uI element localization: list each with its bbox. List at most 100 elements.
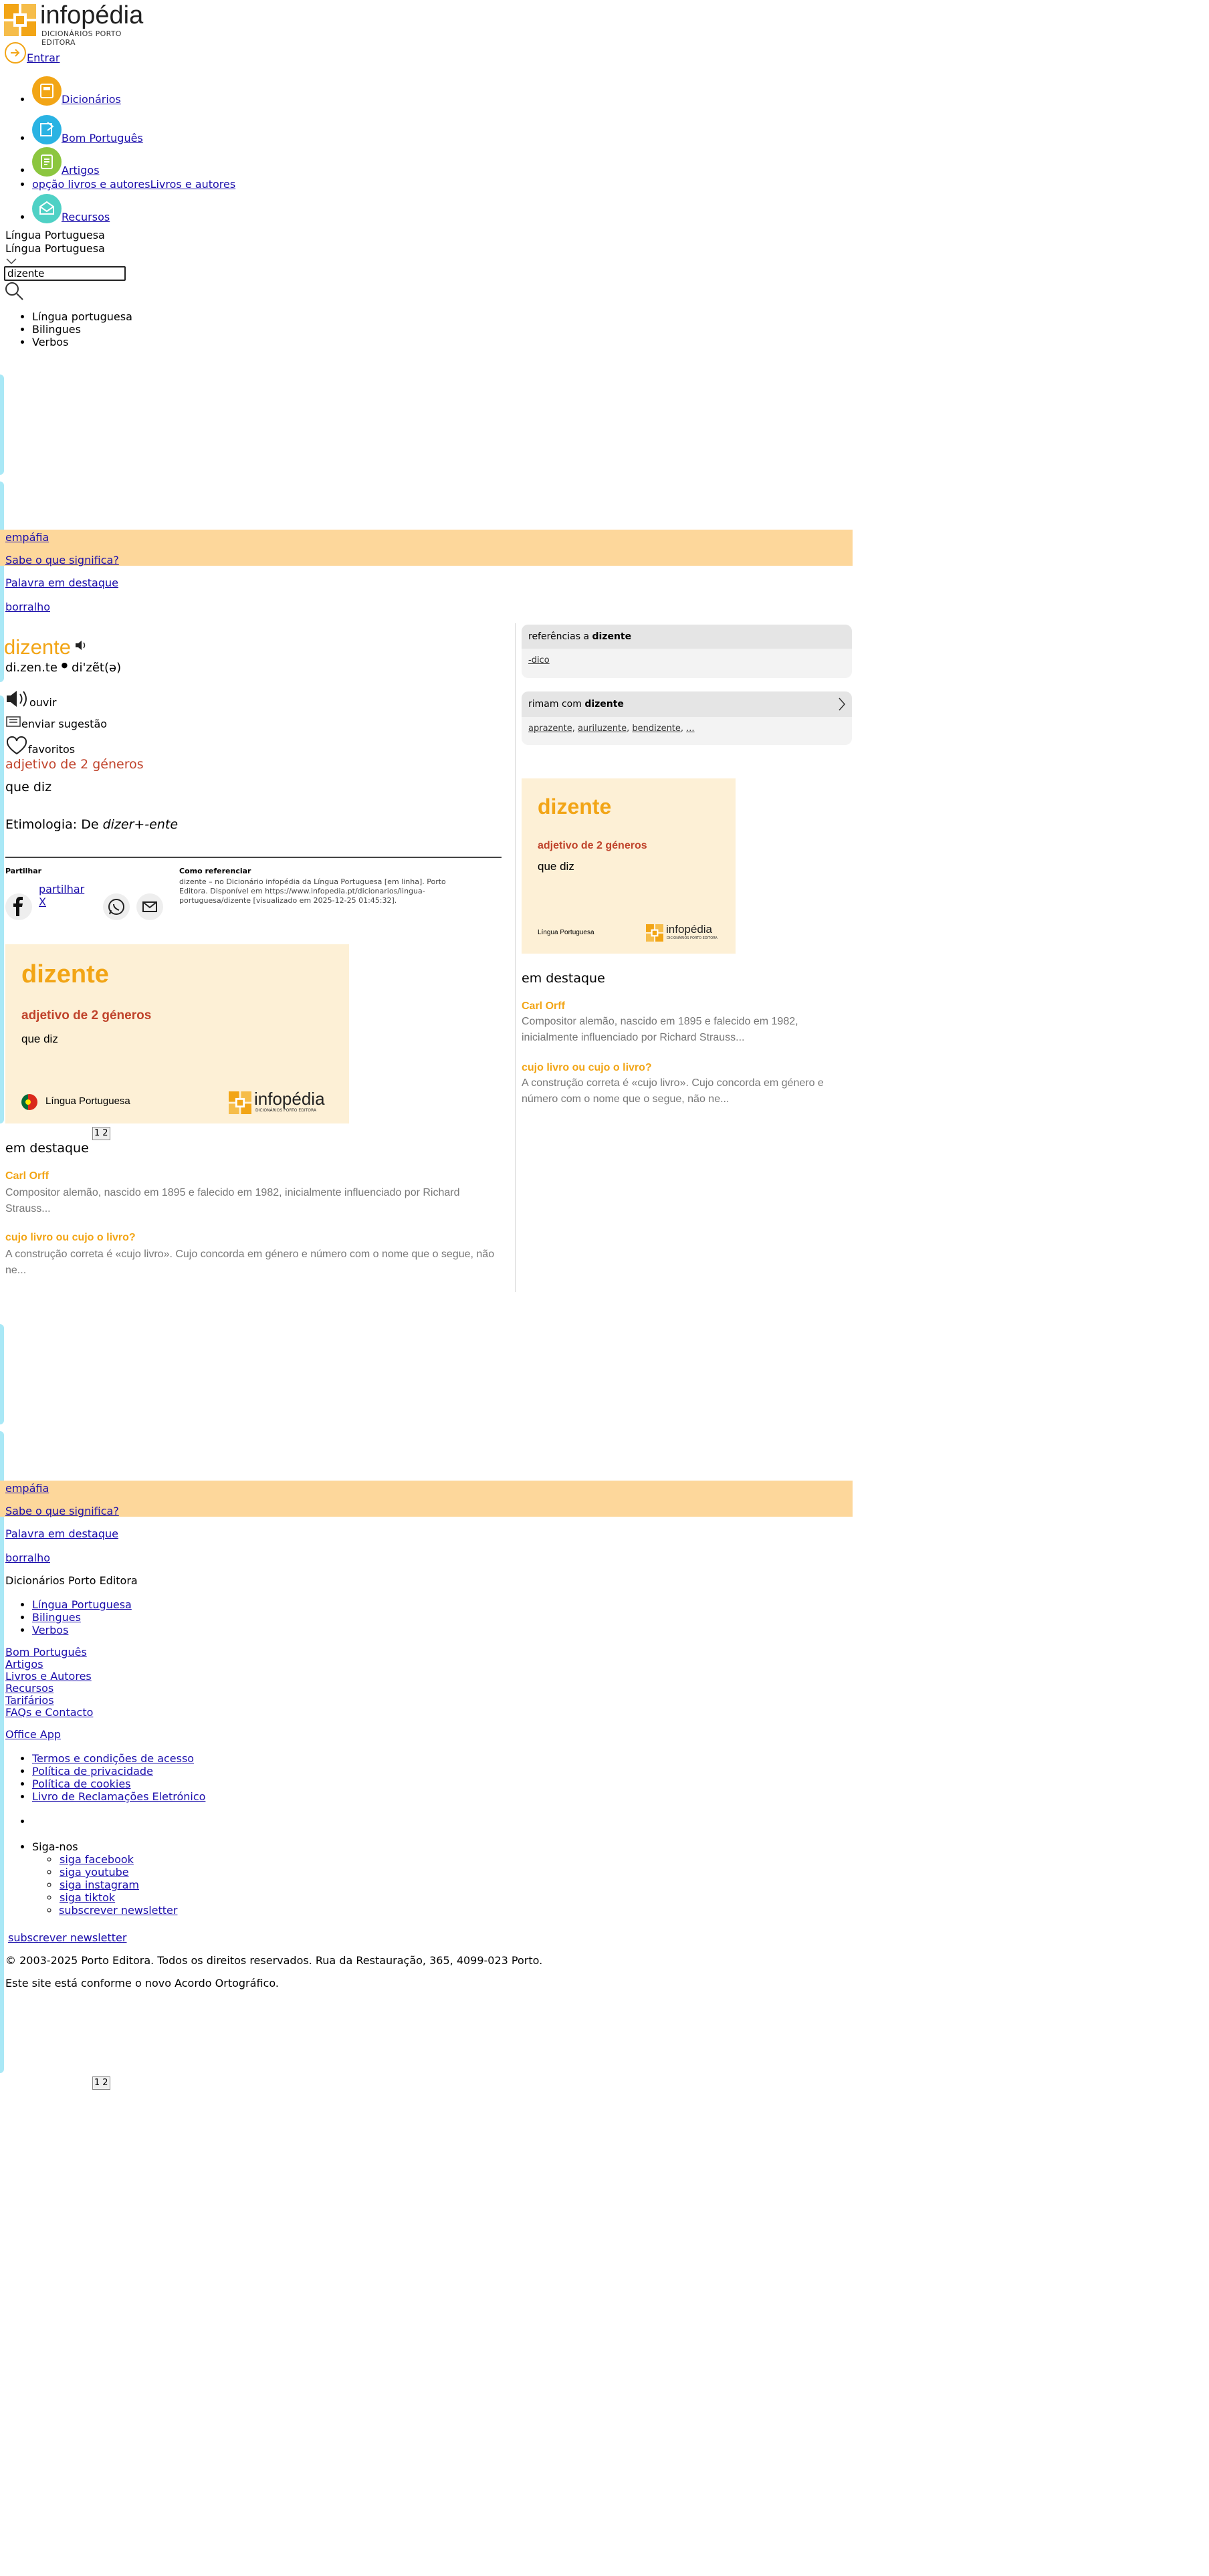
chevron-down-icon[interactable]: [5, 255, 105, 266]
footer-link[interactable]: Artigos: [5, 1658, 43, 1671]
word-quiz-banner[interactable]: empáfia Sabe o que significa?: [0, 1481, 853, 1517]
site-logo[interactable]: infopédia DICIONÁRIOS PORTO EDITORA: [4, 1, 154, 47]
newsletter-link[interactable]: subscrever newsletter: [59, 1904, 177, 1917]
search-input[interactable]: [4, 266, 126, 281]
footer-link[interactable]: Livros e Autores: [5, 1670, 92, 1683]
instagram-link[interactable]: siga instagram: [59, 1879, 139, 1891]
divider: [5, 857, 502, 858]
quiz-word[interactable]: empáfia: [5, 531, 49, 544]
favorites-button[interactable]: favoritos: [5, 736, 75, 756]
card-definition: que diz: [21, 1033, 58, 1045]
pager-page[interactable]: 2: [102, 2078, 108, 2088]
rhyme-link[interactable]: auriluzente: [578, 724, 627, 734]
newsletter-link-2[interactable]: subscrever newsletter: [8, 1931, 126, 1944]
search-option[interactable]: Verbos: [32, 336, 132, 348]
card-brand: infopédia DICIONÁRIOS PORTO EDITORA: [229, 1089, 336, 1117]
listen-button[interactable]: ouvir: [5, 689, 56, 709]
rhymes-header[interactable]: rimam com dizente: [522, 691, 852, 717]
footer-social: Siga-nos siga facebook siga youtube siga…: [5, 1840, 177, 1917]
highlight-text: Compositor alemão, nascido em 1895 e fal…: [5, 1187, 460, 1214]
footer-dictionaries: Língua Portuguesa Bilingues Verbos: [5, 1598, 132, 1636]
rhyme-link[interactable]: ...: [686, 724, 694, 734]
nav-item-dicionarios[interactable]: Dicionários: [32, 74, 433, 115]
footer-link[interactable]: Recursos: [5, 1682, 53, 1695]
featured-word-label[interactable]: Palavra em destaque: [5, 576, 118, 589]
whatsapp-icon[interactable]: [103, 893, 130, 923]
highlight-item[interactable]: Carl Orff Compositor alemão, nascido em …: [5, 1170, 500, 1217]
pager-page[interactable]: 1: [94, 2078, 100, 2088]
email-icon[interactable]: [136, 893, 163, 923]
infopedia-logo-icon: [4, 4, 37, 37]
highlight-item[interactable]: cujo livro ou cujo o livro? A construção…: [5, 1232, 500, 1279]
entry-definition: que diz: [5, 780, 52, 794]
livros-autores-img: opção livros e autores: [32, 178, 150, 191]
footer-title: Dicionários Porto Editora: [5, 1574, 138, 1587]
nav-item-livros-autores[interactable]: opção livros e autoresLivros e autores: [32, 178, 433, 194]
facebook-link[interactable]: siga facebook: [59, 1853, 134, 1866]
footer-legal-link[interactable]: Política de privacidade: [32, 1765, 153, 1778]
reference-link[interactable]: -dico: [528, 655, 550, 665]
rhymes-box: rimam com dizente aprazente, auriluzente…: [522, 691, 852, 745]
search-option[interactable]: Língua portuguesa: [32, 310, 132, 323]
footer-link[interactable]: FAQs e Contacto: [5, 1706, 93, 1719]
references-box: referências a dizente -dico: [522, 625, 852, 678]
entry-grammar: adjetivo de 2 géneros: [5, 757, 144, 772]
tiktok-link[interactable]: siga tiktok: [59, 1891, 115, 1904]
nav-item-recursos[interactable]: Recursos: [32, 194, 433, 226]
featured-word-label[interactable]: Palavra em destaque: [5, 1527, 118, 1540]
suggest-button[interactable]: enviar sugestão: [5, 716, 107, 730]
footer-empty-list: [5, 1815, 32, 1828]
share-title: Partilhar: [5, 867, 42, 875]
highlight-item[interactable]: cujo livro ou cujo o livro? A construção…: [522, 1062, 852, 1107]
featured-word[interactable]: borralho: [5, 1551, 50, 1564]
footer-link[interactable]: Bom Português: [5, 1646, 87, 1658]
search-option[interactable]: Bilingues: [32, 323, 132, 336]
rhyme-link[interactable]: aprazente: [528, 724, 572, 734]
rhyme-link[interactable]: bendizente: [632, 724, 681, 734]
card-word: dizente: [21, 960, 109, 988]
chevron-right-icon[interactable]: [837, 697, 847, 714]
pager[interactable]: 12: [92, 2076, 110, 2090]
footer-legal: Termos e condições de acesso Política de…: [5, 1752, 205, 1803]
orthography-note: Este site está conforme o novo Acordo Or…: [5, 1977, 279, 1990]
quiz-question[interactable]: Sabe o que significa?: [5, 554, 119, 566]
pager-page[interactable]: 2: [102, 1128, 108, 1138]
highlight-title[interactable]: Carl Orff: [5, 1170, 500, 1182]
entry-phonetics: di.zen.te ● di'zẽt(ə): [5, 661, 121, 675]
share-card: dizente adjetivo de 2 géneros que diz Lí…: [5, 944, 349, 1123]
footer-link[interactable]: Bilingues: [32, 1611, 81, 1624]
pager[interactable]: 12: [92, 1127, 110, 1140]
speaker-icon[interactable]: [74, 639, 88, 651]
footer-link[interactable]: Língua Portuguesa: [32, 1598, 132, 1611]
footer-legal-link[interactable]: Termos e condições de acesso: [32, 1752, 194, 1765]
facebook-icon[interactable]: [5, 893, 32, 923]
syllables: di.zen.te: [5, 661, 58, 675]
entry-headword-row: dizente: [4, 635, 88, 659]
dictionary-selector[interactable]: Língua Portuguesa Língua Portuguesa: [5, 229, 105, 266]
sidebar-highlights-title: em destaque: [522, 971, 605, 986]
highlight-title[interactable]: cujo livro ou cujo o livro?: [5, 1232, 500, 1244]
share-x-link[interactable]: partilhar X: [39, 883, 92, 908]
word-quiz-banner[interactable]: empáfia Sabe o que significa?: [0, 530, 853, 566]
cite-text: dizente – no Dicionário infopédia da Lín…: [179, 877, 446, 905]
office-app-link[interactable]: Office App: [5, 1728, 61, 1741]
entry-etymology: Etimologia: De dizer+-ente: [5, 817, 179, 832]
nav-item-artigos[interactable]: Artigos: [32, 147, 433, 178]
featured-word[interactable]: borralho: [5, 601, 50, 613]
footer-link[interactable]: Verbos: [32, 1624, 68, 1636]
login-link[interactable]: Entrar: [27, 51, 60, 64]
nav-item-bom-portugues[interactable]: Bom Português: [32, 115, 433, 147]
ad-slot: [0, 374, 4, 475]
footer-link[interactable]: Tarifários: [5, 1694, 54, 1707]
ad-slot: [0, 695, 4, 1123]
phonetic-dot: ●: [61, 661, 68, 669]
footer-legal-link[interactable]: Política de cookies: [32, 1778, 131, 1790]
search-icon[interactable]: [4, 281, 24, 301]
logo-name: infopédia: [40, 1, 144, 29]
footer-legal-link[interactable]: Livro de Reclamações Eletrónico: [32, 1790, 205, 1803]
pager-page[interactable]: 1: [94, 1128, 100, 1138]
highlight-item[interactable]: Carl Orff Compositor alemão, nascido em …: [522, 1000, 852, 1046]
pronunciation: di'zẽt(ə): [72, 661, 122, 675]
youtube-link[interactable]: siga youtube: [59, 1866, 129, 1879]
login-area[interactable]: Entrar: [4, 41, 60, 64]
